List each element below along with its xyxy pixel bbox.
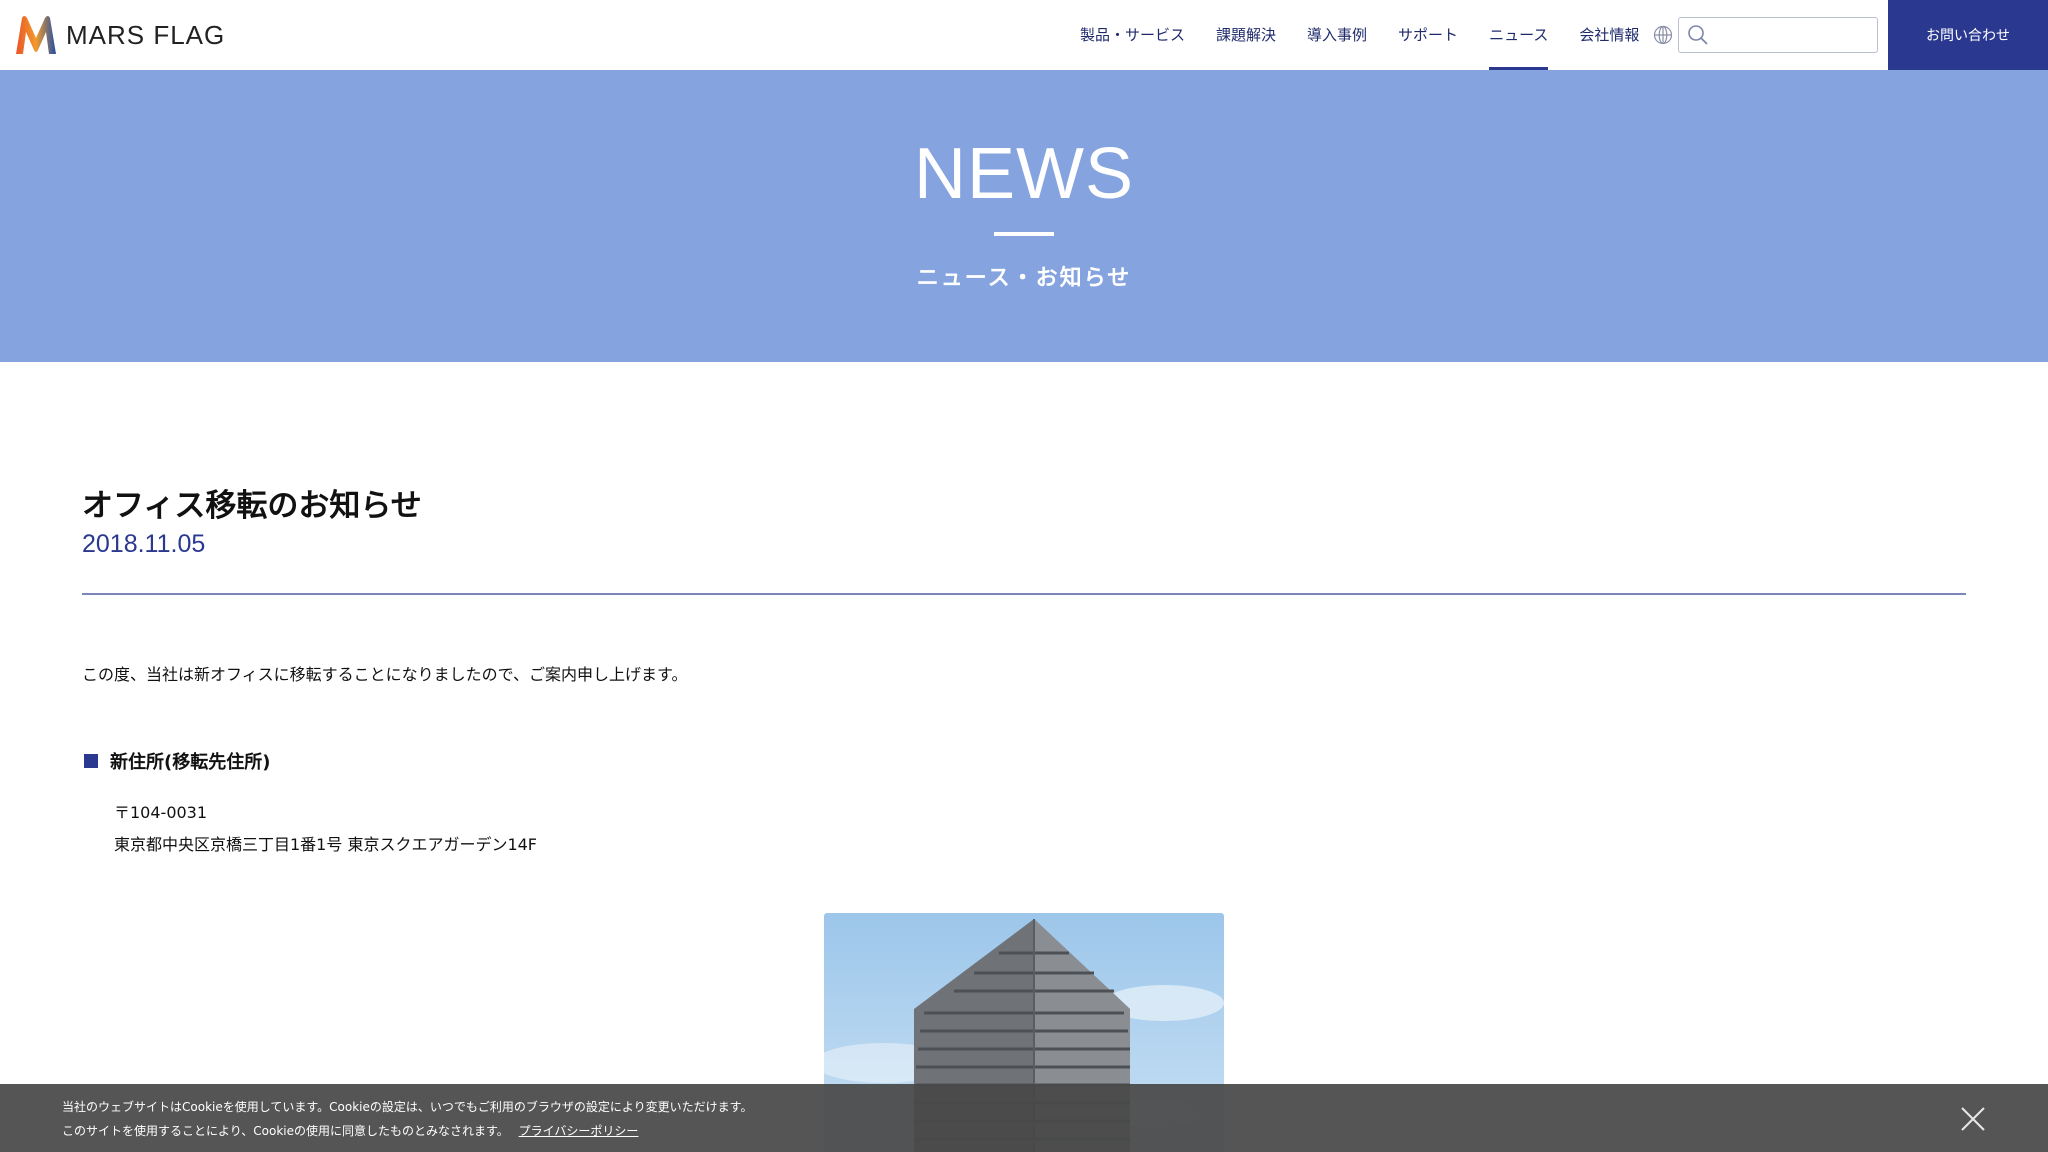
nav-item-company[interactable]: 会社情報 [1579,0,1639,70]
search-icon[interactable] [1687,24,1709,46]
cookie-text-line1: 当社のウェブサイトはCookieを使用しています。Cookieの設定は、いつでも… [62,1100,753,1114]
search-box [1678,17,1878,53]
site-header: MARS FLAG 製品・サービス 課題解決 導入事例 サポート ニュース 会社… [0,0,2048,70]
hero-divider [994,232,1054,236]
square-bullet-icon [84,754,98,768]
nav-item-case-studies[interactable]: 導入事例 [1307,0,1367,70]
globe-icon[interactable] [1653,25,1673,45]
postal-code: 〒104-0031 [114,803,208,822]
article-intro: この度、当社は新オフィスに移転することになりましたので、ご案内申し上げます。 [82,665,688,684]
section-heading: 新住所(移転先住所) [84,748,270,774]
hero-title: NEWS [914,134,1134,214]
address: 東京都中央区京橋三丁目1番1号 東京スクエアガーデン14F [114,835,538,854]
contact-button[interactable]: お問い合わせ [1888,0,2048,70]
section-heading-text: 新住所(移転先住所) [110,752,271,773]
close-icon[interactable] [1960,1106,1986,1132]
privacy-policy-link[interactable]: プライバシーポリシー [519,1124,639,1138]
nav-item-news[interactable]: ニュース [1489,0,1549,70]
cookie-banner: 当社のウェブサイトはCookieを使用しています。Cookieの設定は、いつでも… [0,1084,2048,1152]
cookie-text-line2: このサイトを使用することにより、Cookieの使用に同意したものとみなされます。… [62,1122,638,1139]
mars-flag-logo-icon [16,16,56,54]
hero-subtitle: ニュース・お知らせ [916,266,1132,291]
site-logo[interactable]: MARS FLAG [14,14,225,56]
search-input[interactable] [1715,22,1870,48]
cookie-text-line2-body: このサイトを使用することにより、Cookieの使用に同意したものとみなされます。 [62,1124,509,1138]
logo-text: MARS FLAG [66,19,226,50]
nav-item-support[interactable]: サポート [1398,0,1458,70]
title-divider [82,593,1966,595]
hero-banner: NEWS ニュース・お知らせ [0,70,2048,362]
nav-item-solutions[interactable]: 課題解決 [1216,0,1276,70]
main-nav: 製品・サービス 課題解決 導入事例 サポート ニュース 会社情報 [1080,0,1670,70]
nav-item-products[interactable]: 製品・サービス [1080,0,1185,70]
article-title: オフィス移転のお知らせ [82,488,422,524]
article-date: 2018.11.05 [82,530,206,558]
